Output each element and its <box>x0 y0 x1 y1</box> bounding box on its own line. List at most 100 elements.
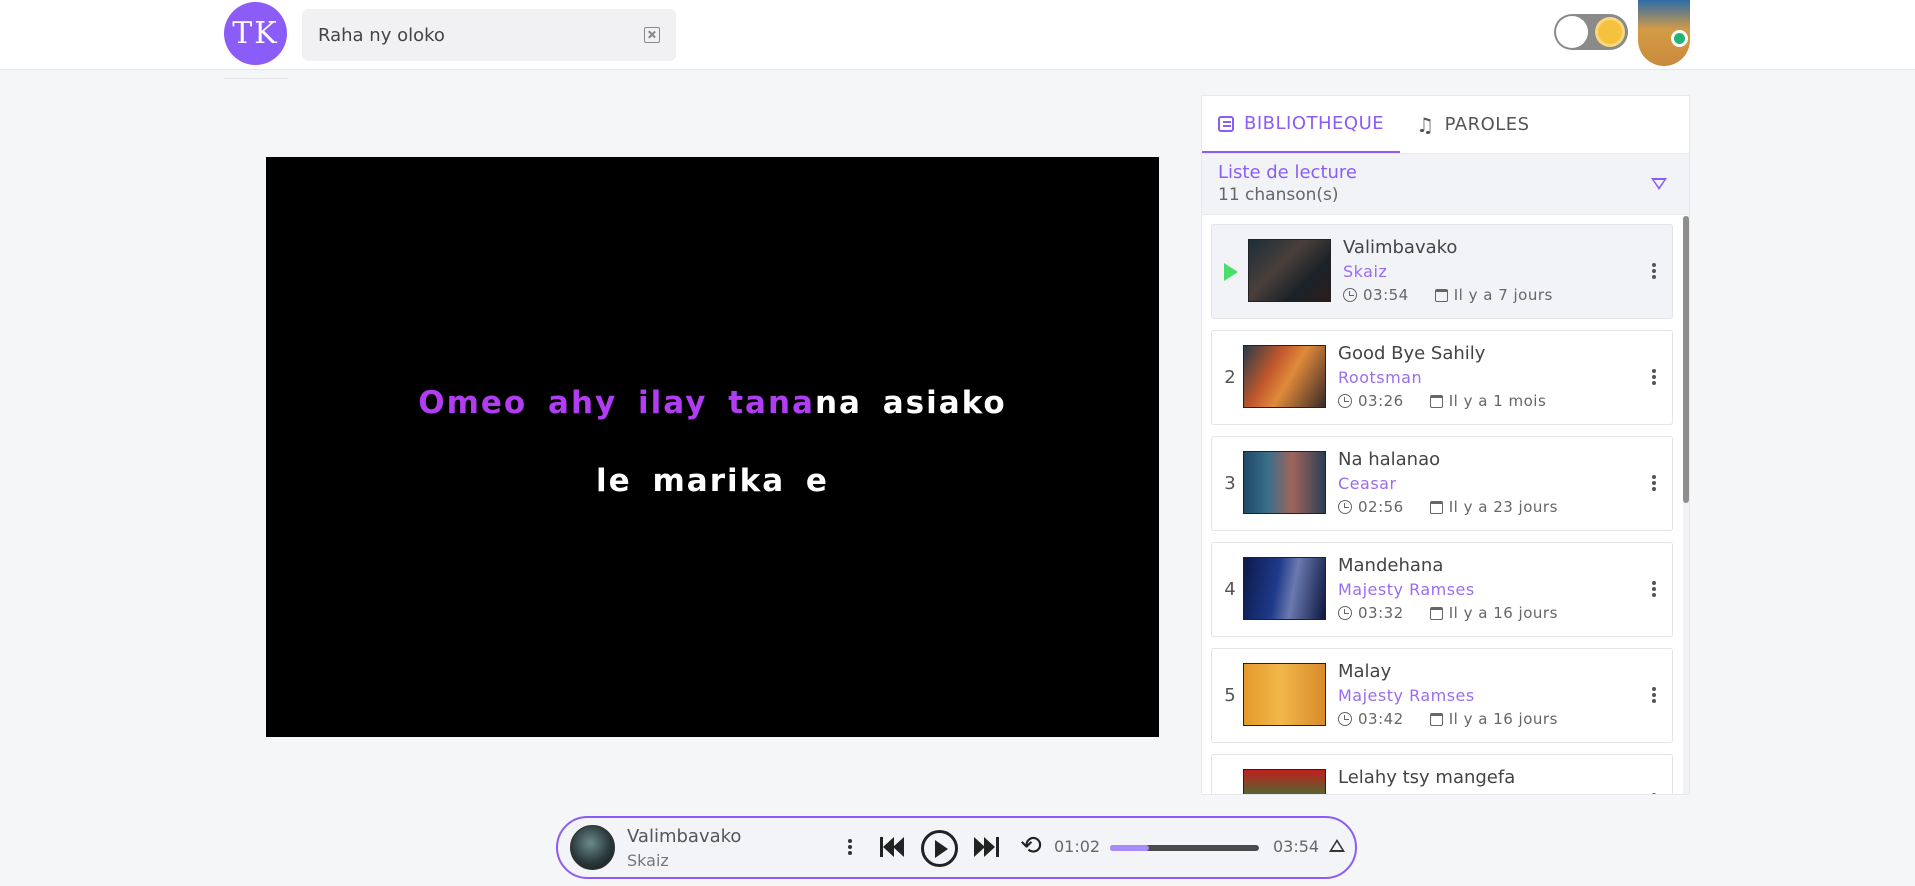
calendar-icon <box>1429 500 1443 514</box>
more-options-icon[interactable] <box>1652 687 1656 691</box>
more-options-icon[interactable] <box>1652 263 1656 267</box>
list-item[interactable]: 4 Mandehana Majesty Ramses 03:32 Il y a … <box>1211 542 1673 637</box>
song-title: Malay <box>1338 661 1392 682</box>
clock-icon <box>1338 500 1352 514</box>
search-input[interactable]: Raha ny oloko <box>318 25 644 46</box>
tab-bibliotheque[interactable]: BIBLIOTHEQUE <box>1202 96 1401 153</box>
song-artist[interactable]: Ceasar <box>1338 474 1397 493</box>
song-thumbnail <box>1243 451 1326 514</box>
total-time: 03:54 <box>1273 837 1320 856</box>
song-title: Good Bye Sahily <box>1338 343 1486 364</box>
list-item[interactable]: 5 Malay Majesty Ramses 03:42 Il y a 16 j… <box>1211 648 1673 743</box>
list-item[interactable]: 3 Na halanao Ceasar 02:56 Il y a 23 jour… <box>1211 436 1673 531</box>
clock-icon <box>1338 606 1352 620</box>
more-options-icon[interactable] <box>1652 475 1656 479</box>
scrollbar-thumb[interactable] <box>1683 216 1689 503</box>
online-status-dot <box>1671 30 1688 47</box>
more-options-icon[interactable] <box>1652 793 1656 794</box>
playlist-title: Liste de lecture <box>1218 162 1357 183</box>
list-item[interactable]: Valimbavako Skaiz 03:54 Il y a 7 jours <box>1211 224 1673 319</box>
calendar-icon <box>1429 606 1443 620</box>
karaoke-video[interactable]: Omeo ahy ilay tanana asiako le marika e <box>266 157 1159 737</box>
lyric-line-current: Omeo ahy ilay tanana asiako <box>266 385 1159 421</box>
song-meta: 03:26 Il y a 1 mois <box>1338 392 1546 410</box>
song-thumbnail <box>1243 663 1326 726</box>
top-header: TK Raha ny oloko <box>0 0 1915 70</box>
song-duration: 03:32 <box>1358 604 1404 622</box>
list-item[interactable]: 2 Good Bye Sahily Rootsman 03:26 Il y a … <box>1211 330 1673 425</box>
playing-icon <box>1224 263 1238 281</box>
song-number: 2 <box>1224 367 1236 388</box>
song-duration: 03:54 <box>1363 286 1409 304</box>
repeat-icon[interactable]: ⟲ <box>1020 833 1042 859</box>
song-number: 6 <box>1223 791 1237 794</box>
current-time: 01:02 <box>1054 837 1101 856</box>
song-artist[interactable]: Majesty Ramses <box>1338 580 1475 599</box>
chevron-down-icon[interactable] <box>1651 178 1667 190</box>
song-title: Mandehana <box>1338 555 1444 576</box>
logo-divider <box>224 78 288 79</box>
song-artist[interactable]: Majesty Ramses <box>1338 686 1475 705</box>
song-date: Il y a 1 mois <box>1448 392 1547 410</box>
player-artist[interactable]: Skaiz <box>627 851 669 870</box>
lyric-line-next: le marika e <box>596 463 829 499</box>
library-panel: BIBLIOTHEQUE ♫ PAROLES Liste de lecture … <box>1201 95 1690 795</box>
calendar-icon <box>1434 288 1448 302</box>
previous-track-icon[interactable] <box>880 837 906 857</box>
playlist-scrollbar[interactable] <box>1683 216 1689 794</box>
player-more-icon[interactable] <box>848 839 852 843</box>
song-number: 5 <box>1224 685 1236 706</box>
player-title: Valimbavako <box>627 826 742 847</box>
progress-fill <box>1110 845 1150 851</box>
song-date: Il y a 7 jours <box>1453 286 1553 304</box>
panel-tabs: BIBLIOTHEQUE ♫ PAROLES <box>1202 96 1689 154</box>
song-thumbnail <box>1243 557 1326 620</box>
lyric-sung-part: Omeo ahy ilay tana <box>418 385 815 421</box>
tab-paroles[interactable]: ♫ PAROLES <box>1400 96 1545 153</box>
toggle-knob <box>1556 16 1588 48</box>
expand-player-icon[interactable] <box>1329 839 1345 852</box>
calendar-icon <box>1429 394 1443 408</box>
playlist-header[interactable]: Liste de lecture 11 chanson(s) <box>1202 154 1689 215</box>
clear-search-icon[interactable] <box>644 27 660 43</box>
song-title: Na halanao <box>1338 449 1441 470</box>
song-duration: 03:42 <box>1358 710 1404 728</box>
song-artist[interactable]: Skaiz <box>1343 262 1387 281</box>
song-thumbnail <box>1248 239 1331 302</box>
tab-label: PAROLES <box>1444 114 1530 135</box>
clock-icon <box>1338 712 1352 726</box>
song-artist[interactable]: Rootsman <box>1338 368 1422 387</box>
clock-icon <box>1338 394 1352 408</box>
song-number: 3 <box>1224 473 1236 494</box>
next-track-icon[interactable] <box>973 837 999 857</box>
play-pause-icon[interactable] <box>921 830 958 867</box>
song-date: Il y a 16 jours <box>1448 710 1558 728</box>
progress-bar[interactable] <box>1110 845 1259 851</box>
playlist-count: 11 chanson(s) <box>1218 185 1339 205</box>
song-thumbnail <box>1243 769 1326 794</box>
song-date: Il y a 16 jours <box>1448 604 1558 622</box>
music-note-icon: ♫ <box>1416 112 1435 137</box>
calendar-icon <box>1429 712 1443 726</box>
list-item[interactable]: 6 Lelahy tsy mangefa <box>1211 754 1673 794</box>
song-title: Valimbavako <box>1343 237 1458 258</box>
mini-player: Valimbavako Skaiz ⟲ 01:02 03:54 <box>556 816 1357 879</box>
song-date: Il y a 23 jours <box>1448 498 1558 516</box>
song-title: Lelahy tsy mangefa <box>1338 767 1516 788</box>
song-number: 4 <box>1224 579 1236 600</box>
more-options-icon[interactable] <box>1652 369 1656 373</box>
song-duration: 02:56 <box>1358 498 1404 516</box>
lyric-unsung-part: na asiako <box>814 385 1007 421</box>
song-meta: 02:56 Il y a 23 jours <box>1338 498 1558 516</box>
clock-icon <box>1343 288 1357 302</box>
app-logo[interactable]: TK <box>224 2 287 65</box>
player-artwork[interactable] <box>570 825 615 870</box>
song-thumbnail <box>1243 345 1326 408</box>
sun-icon <box>1598 20 1622 44</box>
theme-toggle[interactable] <box>1554 14 1628 50</box>
more-options-icon[interactable] <box>1652 581 1656 585</box>
tab-label: BIBLIOTHEQUE <box>1244 113 1385 134</box>
song-meta: 03:54 Il y a 7 jours <box>1343 286 1553 304</box>
search-field[interactable]: Raha ny oloko <box>302 9 676 61</box>
song-duration: 03:26 <box>1358 392 1404 410</box>
